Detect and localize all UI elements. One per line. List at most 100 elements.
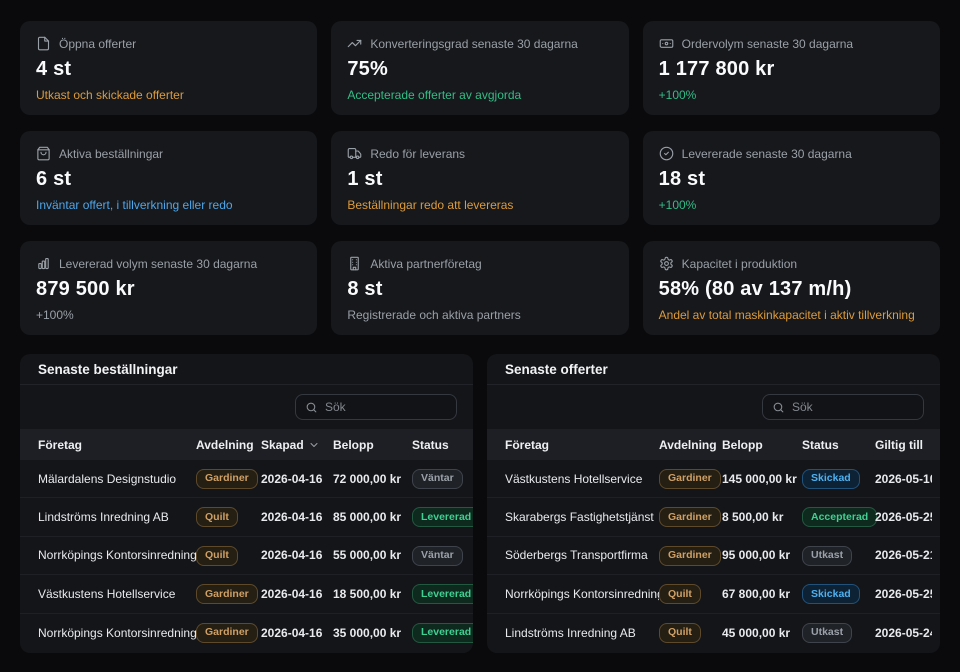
file-icon (36, 36, 51, 51)
banknote-icon (659, 36, 674, 51)
valid-until-cell: 2026-05-25 (875, 510, 932, 524)
quotes-col-foretag: Företag (505, 438, 659, 452)
card-subtitle: +100% (659, 88, 924, 102)
gear-icon (659, 256, 674, 271)
company-cell: Norrköpings Kontorsinredning (38, 548, 196, 562)
tables-section: Senaste beställningar Företag Avdelning … (20, 354, 940, 653)
status-badge: Levererad (412, 507, 473, 527)
amount-cell: 45 000,00 kr (722, 626, 802, 640)
department-badge: Gardiner (659, 469, 721, 489)
status-badge: Utkast (802, 546, 852, 566)
card-subtitle: Beställningar redo att levereras (347, 198, 612, 212)
table-row[interactable]: Lindströms Inredning AB Quilt 45 000,00 … (487, 614, 940, 652)
card-value: 58% (80 av 137 m/h) (659, 278, 924, 301)
orders-search[interactable] (295, 394, 457, 420)
card-subtitle: Utkast och skickade offerter (36, 88, 301, 102)
created-cell: 2026-04-16 (261, 587, 333, 601)
quotes-col-avdelning: Avdelning (659, 438, 722, 452)
kpi-cards: Öppna offerter 4 st Utkast och skickade … (20, 21, 940, 335)
quotes-rows: Västkustens Hotellservice Gardiner 145 0… (487, 460, 940, 652)
amount-cell: 145 000,00 kr (722, 472, 802, 486)
amount-cell: 85 000,00 kr (333, 510, 412, 524)
card-value: 1 177 800 kr (659, 58, 924, 81)
company-cell: Lindströms Inredning AB (38, 510, 196, 524)
amount-cell: 18 500,00 kr (333, 587, 412, 601)
department-badge: Gardiner (659, 507, 721, 527)
card-subtitle: Andel av total maskinkapacitet i aktiv t… (659, 308, 924, 322)
card-subtitle: +100% (659, 198, 924, 212)
card-label: Aktiva partnerföretag (370, 257, 481, 271)
created-cell: 2026-04-16 (261, 548, 333, 562)
kpi-card: Levererade senaste 30 dagarna 18 st +100… (643, 131, 940, 225)
search-icon (772, 401, 785, 414)
quotes-search[interactable] (762, 394, 924, 420)
orders-col-foretag: Företag (38, 438, 196, 452)
orders-panel-title: Senaste beställningar (20, 354, 473, 385)
table-row[interactable]: Västkustens Hotellservice Gardiner 2026-… (20, 575, 473, 613)
card-subtitle: Inväntar offert, i tillverkning eller re… (36, 198, 301, 212)
card-value: 8 st (347, 278, 612, 301)
table-row[interactable]: Västkustens Hotellservice Gardiner 145 0… (487, 460, 940, 498)
amount-cell: 55 000,00 kr (333, 548, 412, 562)
card-label: Levererade senaste 30 dagarna (682, 147, 852, 161)
table-row[interactable]: Norrköpings Kontorsinredning Quilt 67 80… (487, 575, 940, 613)
table-row[interactable]: Norrköpings Kontorsinredning Quilt 2026-… (20, 537, 473, 575)
valid-until-cell: 2026-05-21 (875, 548, 932, 562)
building-icon (347, 256, 362, 271)
department-badge: Gardiner (196, 623, 258, 643)
table-row[interactable]: Söderbergs Transportfirma Gardiner 95 00… (487, 537, 940, 575)
company-cell: Norrköpings Kontorsinredning (38, 626, 196, 640)
quotes-search-input[interactable] (792, 400, 914, 414)
card-label: Kapacitet i produktion (682, 257, 797, 271)
amount-cell: 35 000,00 kr (333, 626, 412, 640)
quotes-panel-title: Senaste offerter (487, 354, 940, 385)
table-row[interactable]: Skarabergs Fastighetstjänst Gardiner 8 5… (487, 498, 940, 536)
card-label: Konverteringsgrad senaste 30 dagarna (370, 37, 577, 51)
status-badge: Väntar (412, 546, 463, 566)
card-value: 1 st (347, 168, 612, 191)
amount-cell: 72 000,00 kr (333, 472, 412, 486)
card-label: Aktiva beställningar (59, 147, 163, 161)
truck-icon (347, 146, 362, 161)
orders-col-skapad[interactable]: Skapad (261, 438, 333, 452)
status-badge: Accepterad (802, 507, 877, 527)
department-badge: Gardiner (196, 584, 258, 604)
orders-rows: Mälardalens Designstudio Gardiner 2026-0… (20, 460, 473, 652)
trending-up-icon (347, 36, 362, 51)
card-label: Levererad volym senaste 30 dagarna (59, 257, 257, 271)
kpi-card: Levererad volym senaste 30 dagarna 879 5… (20, 241, 317, 335)
kpi-card: Redo för leverans 1 st Beställningar red… (331, 131, 628, 225)
card-value: 4 st (36, 58, 301, 81)
card-value: 18 st (659, 168, 924, 191)
company-cell: Mälardalens Designstudio (38, 472, 196, 486)
shopping-bag-icon (36, 146, 51, 161)
table-row[interactable]: Norrköpings Kontorsinredning Gardiner 20… (20, 614, 473, 652)
orders-search-input[interactable] (325, 400, 447, 414)
quotes-col-belopp: Belopp (722, 438, 802, 452)
kpi-card: Aktiva beställningar 6 st Inväntar offer… (20, 131, 317, 225)
quotes-col-status: Status (802, 438, 875, 452)
company-cell: Lindströms Inredning AB (505, 626, 659, 640)
card-label: Ordervolym senaste 30 dagarna (682, 37, 853, 51)
status-badge: Utkast (802, 623, 852, 643)
amount-cell: 67 800,00 kr (722, 587, 802, 601)
quotes-toolbar (487, 385, 940, 429)
orders-col-avdelning: Avdelning (196, 438, 261, 452)
bar-chart-icon (36, 256, 51, 271)
status-badge: Levererad (412, 623, 473, 643)
quotes-header-row: Företag Avdelning Belopp Status Giltig t… (487, 429, 940, 460)
table-row[interactable]: Mälardalens Designstudio Gardiner 2026-0… (20, 460, 473, 498)
created-cell: 2026-04-16 (261, 510, 333, 524)
card-value: 6 st (36, 168, 301, 191)
dashboard-page: Öppna offerter 4 st Utkast och skickade … (0, 0, 960, 672)
chevron-down-icon (308, 439, 320, 451)
orders-col-belopp: Belopp (333, 438, 412, 452)
card-subtitle: +100% (36, 308, 301, 322)
amount-cell: 8 500,00 kr (722, 510, 802, 524)
valid-until-cell: 2026-05-10 (875, 472, 932, 486)
company-cell: Skarabergs Fastighetstjänst (505, 510, 659, 524)
department-badge: Quilt (196, 507, 238, 527)
card-label: Redo för leverans (370, 147, 465, 161)
table-row[interactable]: Lindströms Inredning AB Quilt 2026-04-16… (20, 498, 473, 536)
department-badge: Gardiner (196, 469, 258, 489)
